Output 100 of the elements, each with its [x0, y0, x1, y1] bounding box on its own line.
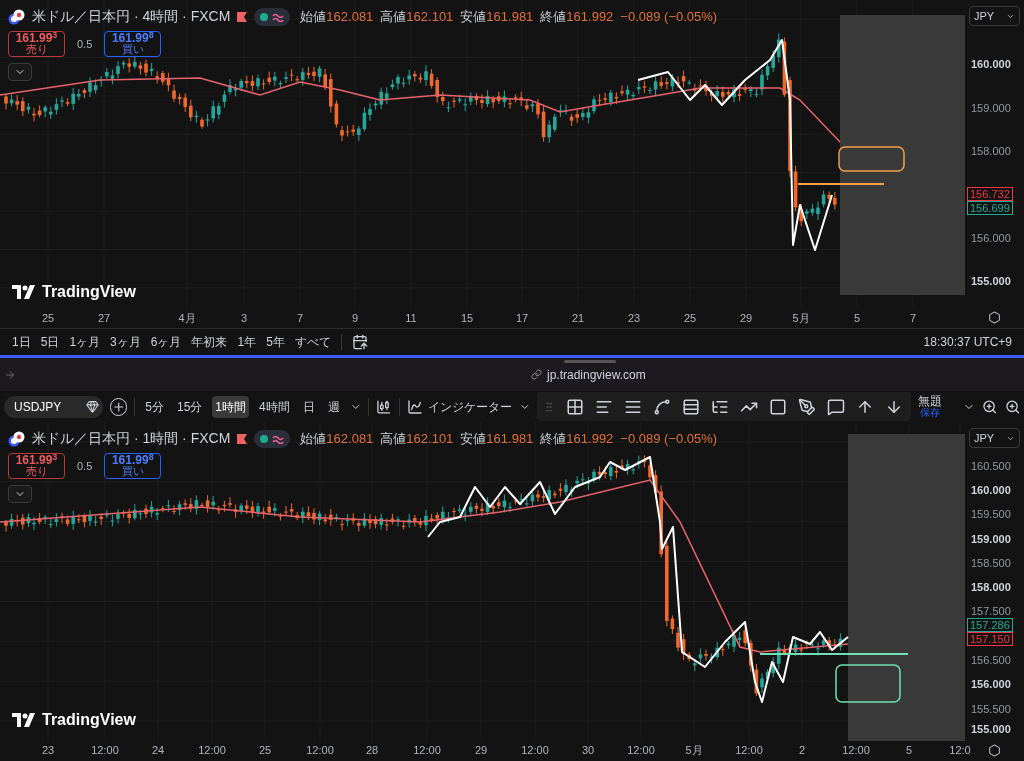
ohlc-label: 終値	[540, 429, 567, 448]
range-button[interactable]: 1ヶ月	[69, 333, 101, 351]
price-label: 156.000	[971, 232, 1011, 244]
price-tag: 156.732	[967, 187, 1013, 201]
time-label: 25	[683, 310, 697, 326]
time-label: 5	[905, 742, 913, 758]
time-label: 12:00	[413, 742, 441, 758]
time-label: 17	[515, 310, 529, 326]
ohlc-label: 高値	[380, 7, 407, 26]
symbol-search[interactable]: USDJPY	[4, 395, 103, 418]
range-button[interactable]: 3ヶ月	[110, 333, 141, 351]
ohlc-value: 162.101	[406, 7, 454, 26]
time-label: 24	[151, 742, 165, 758]
interval-tab[interactable]: 週	[324, 395, 343, 418]
ohlc-value: 161.992	[566, 429, 614, 448]
logo-text: TradingView	[42, 710, 136, 730]
price-label: 158.500	[971, 557, 1011, 569]
ohlc-value: 162.081	[326, 7, 374, 26]
range-button[interactable]: 1年	[237, 333, 257, 351]
time-label: 23	[41, 742, 55, 758]
sell-button[interactable]: 161.99$^{3}$ 売り	[8, 31, 65, 57]
time-label: 2	[798, 742, 806, 758]
indicators-button[interactable]: インジケーター	[406, 397, 512, 416]
interval-tab[interactable]: 4時間	[256, 395, 293, 418]
price-label: 155.000	[971, 723, 1011, 735]
buy-button[interactable]: 161.99$^{8}$ 買い	[104, 453, 162, 479]
symbol-title[interactable]: 米ドル／日本円 · 1時間 · FXCM	[32, 428, 231, 449]
time-label: 3	[240, 310, 248, 326]
ohlc-value: 161.981	[486, 7, 534, 26]
interval-tab[interactable]: 日	[299, 395, 318, 418]
time-label: 11	[405, 310, 417, 326]
range-button[interactable]: 5年	[266, 333, 285, 351]
ohlc-value: 162.101	[406, 429, 454, 448]
price-label: 159.000	[971, 102, 1011, 114]
price-label: 158.000	[971, 581, 1011, 593]
time-label: 5月	[685, 742, 703, 758]
buy-button[interactable]: 161.99$^{8}$ 買い	[104, 31, 162, 57]
price-label: 158.000	[971, 145, 1011, 157]
change-value: −0.089 (−0.05%)	[620, 7, 718, 26]
ohlc-label: 高値	[380, 429, 407, 448]
time-label: 12:00	[735, 742, 763, 758]
range-button[interactable]: 6ヶ月	[150, 333, 182, 351]
url-text[interactable]: jp.tradingview.com	[547, 365, 646, 384]
time-label: 28	[365, 742, 379, 758]
price-label: 156.500	[971, 654, 1011, 666]
range-button[interactable]: 1日	[12, 333, 31, 351]
range-button[interactable]: すべて	[294, 333, 331, 351]
time-label: 9	[351, 310, 359, 326]
currency-dropdown[interactable]: JPY	[969, 6, 1020, 26]
time-label: 21	[571, 310, 585, 326]
symbol-title[interactable]: 米ドル／日本円 · 4時間 · FXCM	[32, 6, 231, 27]
time-label: 5	[853, 310, 861, 326]
spread-value: 0.5	[77, 458, 93, 474]
logo-text: TradingView	[42, 282, 136, 302]
spread-value: 0.5	[77, 36, 93, 52]
ohlc-value: 162.081	[326, 429, 374, 448]
time-label: 5月	[792, 310, 810, 326]
time-label: 7	[909, 310, 917, 326]
time-label: 27	[97, 310, 111, 326]
time-label: 15	[460, 310, 474, 326]
time-label: 12:0	[949, 742, 971, 758]
ohlc-label: 安値	[460, 429, 487, 448]
price-tag: 156.699	[967, 201, 1013, 215]
price-label: 160.000	[971, 58, 1011, 70]
price-label: 156.000	[971, 678, 1011, 690]
price-label: 160.000	[971, 484, 1011, 496]
interval-tab[interactable]: 15分	[173, 395, 206, 418]
time-label: 12:00	[627, 742, 655, 758]
time-label: 7	[296, 310, 304, 326]
time-label: 12:00	[198, 742, 226, 758]
time-label: 25	[41, 310, 55, 326]
ohlc-value: 161.992	[566, 7, 614, 26]
time-label: 29	[739, 310, 753, 326]
ohlc-label: 終値	[540, 7, 567, 26]
ohlc-label: 始値	[300, 429, 327, 448]
time-label: 25	[258, 742, 272, 758]
range-button[interactable]: 年初来	[191, 333, 228, 351]
time-label: 12:00	[91, 742, 119, 758]
currency-dropdown[interactable]: JPY	[969, 428, 1020, 448]
price-label: 155.000	[971, 275, 1011, 287]
price-label: 159.000	[971, 533, 1011, 545]
layout-button[interactable]: 無題 保存	[918, 395, 943, 418]
time-label: 23	[627, 310, 641, 326]
range-button[interactable]: 5日	[40, 333, 60, 351]
price-label: 157.500	[971, 605, 1011, 617]
change-value: −0.089 (−0.05%)	[620, 429, 718, 448]
price-tag: 157.286	[967, 618, 1013, 632]
ohlc-label: 安値	[460, 7, 487, 26]
clock-text: 18:30:37 UTC+9	[923, 334, 1012, 351]
price-label: 159.500	[971, 508, 1011, 520]
sell-button[interactable]: 161.99$^{3}$ 売り	[8, 453, 65, 479]
price-tag: 157.150	[967, 632, 1013, 646]
time-label: 12:00	[306, 742, 334, 758]
interval-tab[interactable]: 5分	[142, 395, 167, 418]
ohlc-label: 始値	[300, 7, 327, 26]
time-label: 29	[474, 742, 488, 758]
ohlc-value: 161.981	[486, 429, 534, 448]
interval-tab[interactable]: 1時間	[212, 395, 249, 418]
time-label: 30	[581, 742, 595, 758]
time-label: 4月	[178, 310, 196, 326]
